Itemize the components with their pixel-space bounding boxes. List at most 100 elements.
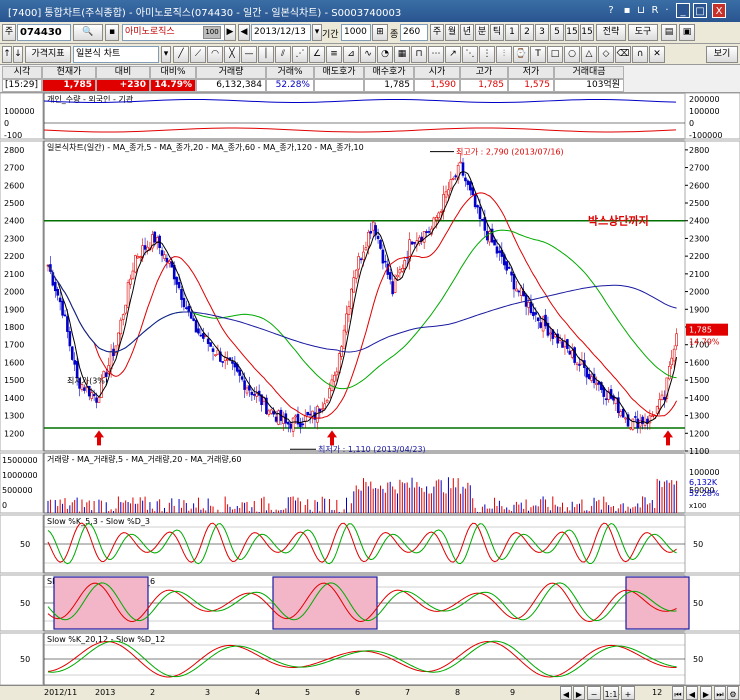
stoch1-tick: 50 [693,540,703,549]
close-icon[interactable]: X [712,3,726,18]
unit-day[interactable]: 주 [430,24,444,41]
first-icon[interactable]: ⏮ [672,686,684,700]
pitch-tool-icon[interactable]: ⋮ [479,46,495,63]
scroll-right-icon[interactable]: ▶ [573,686,585,700]
maximize-icon[interactable]: □ [693,3,707,18]
low-note: 최저가(3%) [67,376,108,386]
rect-tool-icon[interactable]: □ [547,46,563,63]
volume-left-tick-3: 0 [2,501,7,510]
settings-icon[interactable]: ⚙ [727,686,739,700]
candle [367,231,370,247]
horizontal-line-icon[interactable]: — [241,46,257,63]
period-input[interactable]: 1000 [341,24,371,41]
andrews-tool-icon[interactable]: ⫶ [496,46,512,63]
vertical-line-icon[interactable]: │ [258,46,274,63]
unit-minute[interactable]: 틱 [490,24,504,41]
candle [206,338,210,344]
unit-5[interactable]: 15 [565,24,579,41]
candle [345,313,348,333]
date-input[interactable]: 2013/12/13 [251,24,311,41]
fibo-tool-icon[interactable]: ≡ [326,46,342,63]
fan-tool-icon[interactable]: ⋰ [292,46,308,63]
play-icon[interactable]: ▶ [224,24,236,41]
chart-icon[interactable]: ▪ [620,3,634,18]
regression-tool-icon[interactable]: ⋯ [428,46,444,63]
next-icon[interactable]: ▶ [700,686,712,700]
chart-type-select[interactable]: 일본식 차트 [73,46,159,63]
arrow-tool-icon[interactable]: ↗ [445,46,461,63]
eraser-tool-icon[interactable]: ⌫ [615,46,631,63]
unit-week[interactable]: 월 [445,24,459,41]
grid-tool-icon[interactable]: ▦ [394,46,410,63]
magnet-tool-icon[interactable]: ∩ [632,46,648,63]
market-select[interactable]: 주 [2,24,16,41]
chart-type-dropdown-icon[interactable]: ▾ [161,46,171,63]
minimize-icon[interactable]: _ [676,3,690,18]
triangle-tool-icon[interactable]: △ [581,46,597,63]
quote-value-0: [15:29] [2,79,42,92]
strategy-button[interactable]: 전략 [596,24,626,41]
tools-button[interactable]: 도구 [628,24,658,41]
candle [481,218,484,221]
price-left-tick-11: 1700 [4,341,24,350]
print-icon[interactable]: ▣ [679,24,695,41]
period-tool-icon[interactable]: ⊓ [411,46,427,63]
arc-tool-icon[interactable]: ◠ [207,46,223,63]
unit-year[interactable]: 분 [475,24,489,41]
search-icon[interactable]: 🔍 [73,24,103,41]
gann-tool-icon[interactable]: ⊿ [343,46,359,63]
investor-left-tick-0: 100000 [4,107,35,116]
speed-tool-icon[interactable]: ⋱ [462,46,478,63]
angle-tool-icon[interactable]: ∠ [309,46,325,63]
candle [621,408,625,418]
cycle-tool-icon[interactable]: ◔ [377,46,393,63]
scroll-up-icon[interactable]: ↑ [2,46,12,63]
link-icon[interactable]: ⊔ [634,3,648,18]
trend-tool-icon[interactable]: ⟋ [190,46,206,63]
view-button[interactable]: 보기 [706,46,738,63]
unit-month[interactable]: 년 [460,24,474,41]
stoch2-tick: 50 [693,599,703,608]
unit-2[interactable]: 3 [535,24,549,41]
candle [507,266,511,269]
scroll-left-icon[interactable]: ◀ [560,686,572,700]
last-icon[interactable]: ⏭ [714,686,726,700]
count-input[interactable]: 260 [400,24,428,41]
time-tool-icon[interactable]: ⌚ [513,46,529,63]
calendar-icon[interactable]: ▾ [312,24,322,41]
line-tool-icon[interactable]: ╱ [173,46,189,63]
zoom-ratio[interactable]: 1:1 [603,686,619,700]
candle [92,394,96,397]
cross-tool-icon[interactable]: ╳ [224,46,240,63]
candle [629,427,632,430]
price-indicator-button[interactable]: 가격지표 [25,46,71,63]
delete-tool-icon[interactable]: ✕ [649,46,665,63]
zoom-out-icon[interactable]: − [587,686,601,700]
unit-tick[interactable]: 1 [505,24,519,41]
help-icon[interactable]: ? [604,3,618,18]
x-axis-label-7: 7 [405,688,411,697]
candle [66,316,69,332]
last-price-label: 1,785 [689,326,712,335]
grid-icon[interactable]: ⊞ [372,24,388,41]
candle [95,397,98,403]
menu-icon[interactable]: · [660,3,674,18]
diamond-tool-icon[interactable]: ◇ [598,46,614,63]
prev-icon[interactable]: ◀ [686,686,698,700]
candle [413,241,416,244]
circle-tool-icon[interactable]: ○ [564,46,580,63]
chart-area[interactable]: 개인_수량 - 외국인 - 기관 일본식차트(일간) - MA_종가,5 - MA… [0,93,740,685]
stock-code-input[interactable]: 074430 [17,24,71,41]
wave-tool-icon[interactable]: ∿ [360,46,376,63]
candle [352,277,356,293]
scroll-down-icon[interactable]: ↓ [13,46,23,63]
unit-3[interactable]: 5 [550,24,564,41]
text-tool-icon[interactable]: T [530,46,546,63]
zoom-in-icon[interactable]: + [621,686,635,700]
unit-1[interactable]: 2 [520,24,534,41]
save-icon[interactable]: ▤ [661,24,677,41]
channel-tool-icon[interactable]: ⫽ [275,46,291,63]
more-icon[interactable]: ▪ [105,24,119,41]
unit-15[interactable]: 15 [580,24,594,41]
prev-date-icon[interactable]: ◀ [238,24,250,41]
